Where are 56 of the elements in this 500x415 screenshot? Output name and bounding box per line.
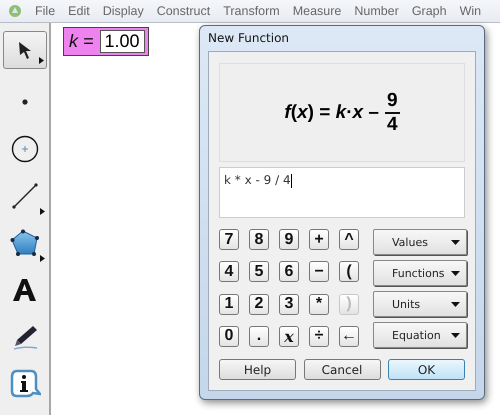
keypad-key[interactable]: 1 [219,294,239,314]
point-icon [22,98,28,104]
dropdown-button[interactable]: Values [373,229,467,255]
keypad-key[interactable]: ^ [339,229,359,250]
keypad-key[interactable]: 9 [279,229,299,250]
keypad-key[interactable]: ← [339,326,359,347]
keypad-key[interactable]: . [249,326,269,347]
dropdown-button[interactable]: Equation [373,322,467,348]
dropdown-arrow-icon [451,270,460,276]
menu-item[interactable]: Edit [68,4,90,18]
dropdown-button[interactable]: Units [373,291,467,317]
expression-field[interactable]: k * x - 9 / 4 [219,167,465,218]
keypad-key[interactable]: 8 [249,229,269,250]
keypad-key[interactable]: ( [339,261,359,282]
menu-item[interactable]: Graph [412,4,447,18]
keypad-key[interactable]: 3 [279,294,299,314]
line-icon [10,182,38,210]
dialog-button[interactable]: OK [388,359,465,380]
dropdown-button[interactable]: Functions [373,260,467,286]
keypad-key[interactable]: x [279,326,299,347]
info-icon [8,368,40,398]
keypad-key[interactable]: 0 [219,326,239,347]
menu-item[interactable]: Number [354,4,399,18]
keypad-key[interactable]: * [309,294,329,314]
fraction-numerator: 9 [384,90,400,114]
dropdown-arrow-icon [451,240,460,244]
circle-icon [10,134,38,162]
menu-item[interactable]: Win [460,4,482,18]
menu-item[interactable]: File [35,4,56,18]
dialog-title: New Function [208,30,290,47]
menu-item[interactable]: Transform [223,4,280,18]
keypad-key[interactable]: 6 [279,261,299,282]
menu-item[interactable]: Construct [156,4,210,18]
keypad-key[interactable]: 5 [249,261,269,282]
dropdown-arrow-icon [451,332,460,338]
keypad-key[interactable]: 2 [249,294,269,314]
keypad-key[interactable]: 4 [219,261,239,282]
keypad-key[interactable]: ÷ [309,326,329,347]
tool-button[interactable] [2,31,46,69]
parameter-value: 1.00 [100,30,145,53]
dialog-button[interactable]: Help [219,359,296,380]
dialog-button[interactable]: Cancel [304,359,380,380]
parameter[interactable]: k = 1.00 [63,27,149,56]
dropdown-arrow-icon [451,302,460,306]
fraction-denominator: 4 [386,114,398,136]
formula-expression: f(x) = k·x – [284,102,379,124]
menu-item[interactable]: Measure [292,4,342,18]
keypad-key[interactable]: + [309,229,329,250]
text-tool-icon [12,278,38,302]
keypad-key[interactable]: − [309,261,329,282]
keypad-key[interactable]: 7 [219,229,239,250]
parameter-name: k = [69,31,94,52]
menu-item[interactable]: Display [102,4,144,18]
arrow-icon [16,41,32,59]
app-icon [8,4,22,18]
pentagon-icon [10,228,40,256]
